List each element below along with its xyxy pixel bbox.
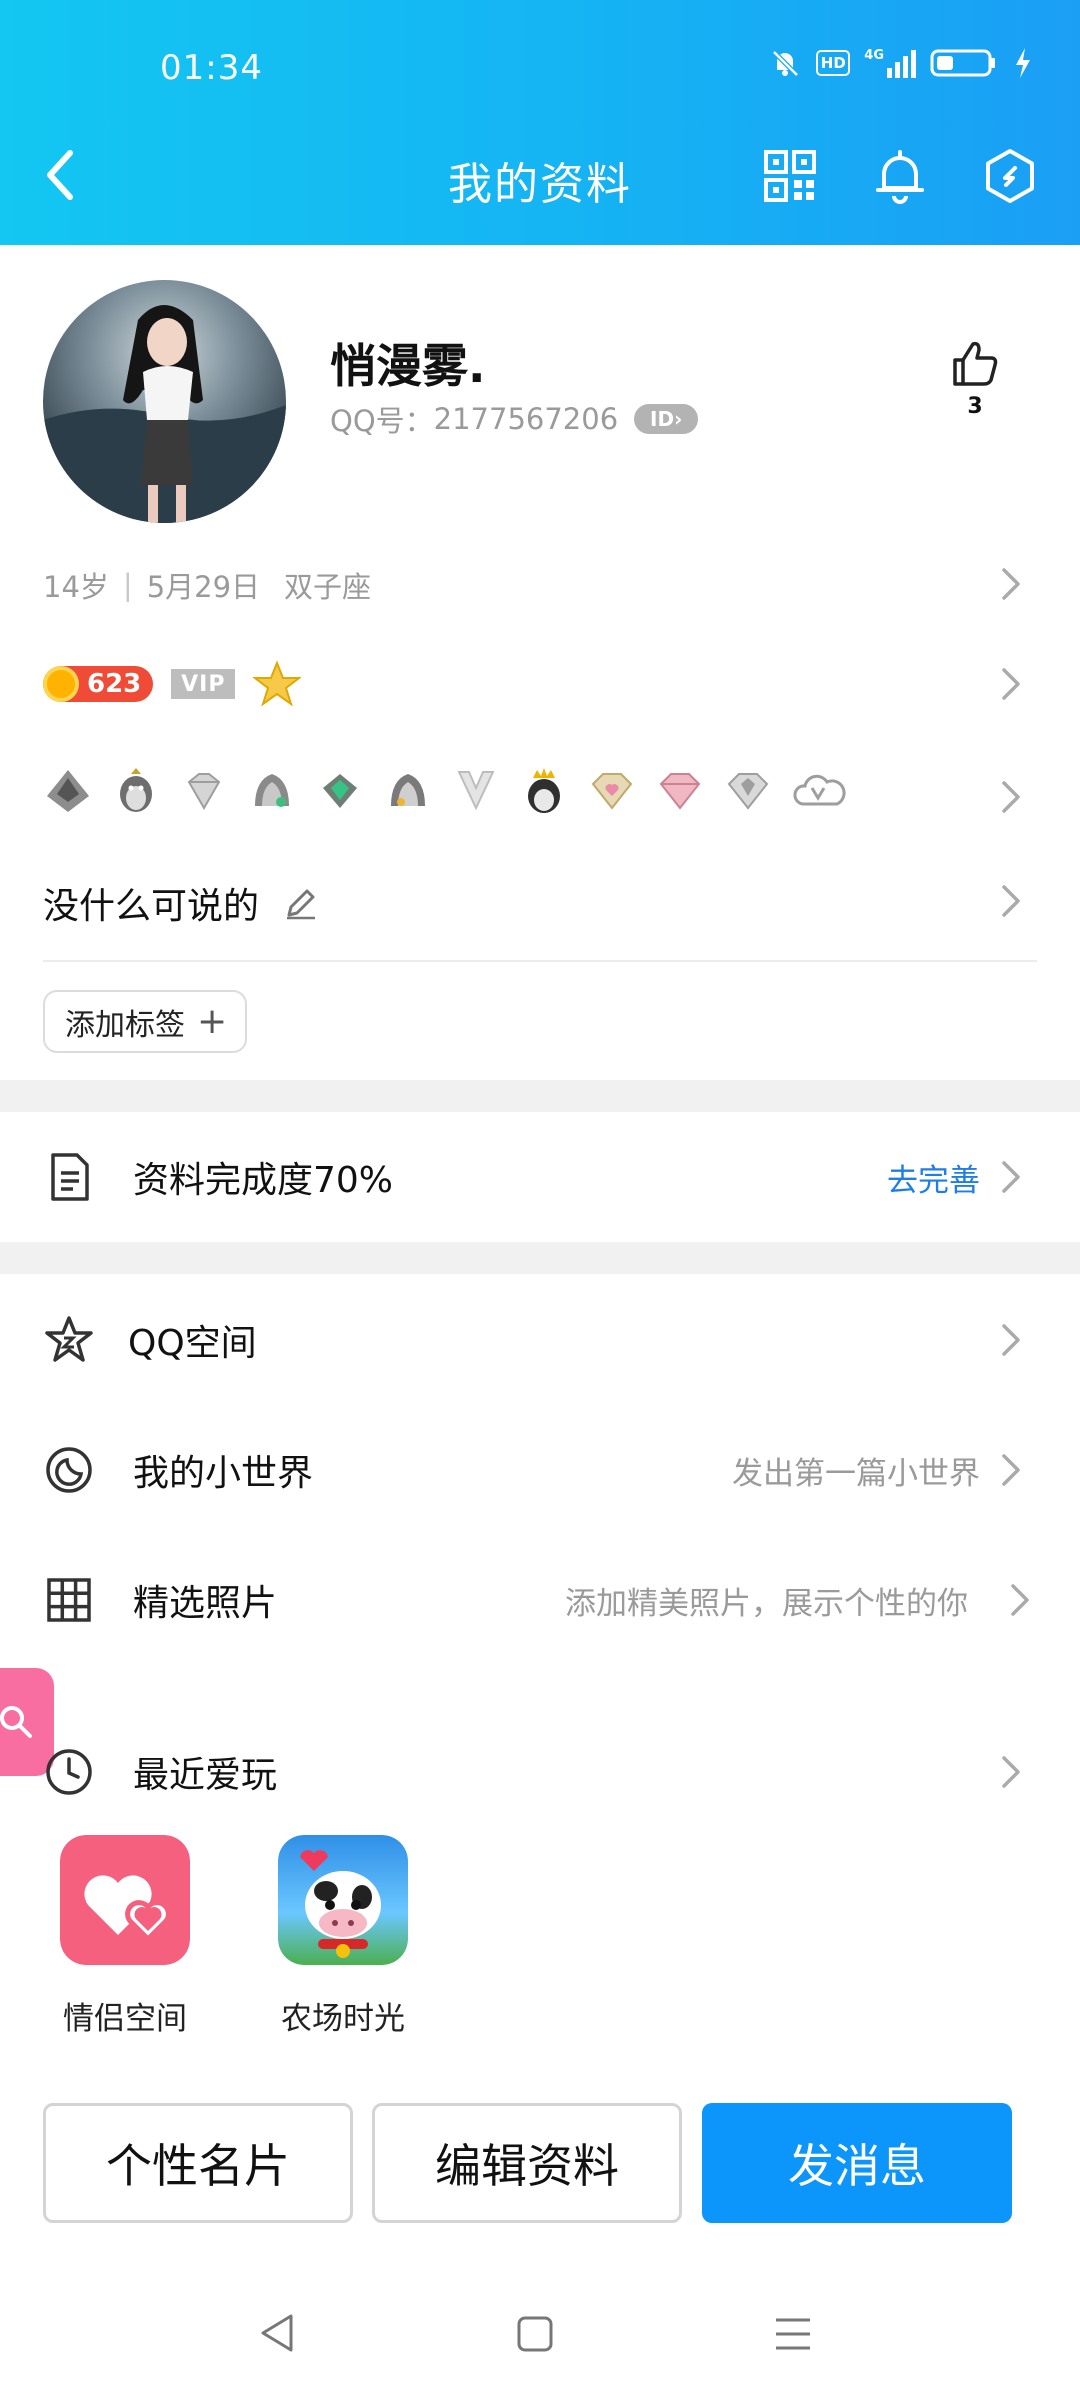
heart-diamond-medal-icon (591, 773, 633, 810)
sun-level-icon (43, 666, 79, 702)
penguin-medal-icon (120, 768, 152, 812)
featured-photos-label: 精选照片 (133, 1583, 278, 1624)
chevron-right-icon (1002, 1161, 1020, 1193)
signature-row[interactable]: 没什么可说的 (43, 878, 1037, 928)
notification-bell-icon[interactable] (872, 148, 928, 204)
id-badge[interactable]: ID › (634, 404, 699, 434)
divider (43, 960, 1037, 962)
level-badge: 623 (43, 666, 154, 702)
chevron-right-icon (1002, 1454, 1020, 1486)
crown-medal-icon (47, 770, 89, 812)
recently-played-row[interactable]: 最近爱玩 (0, 1717, 1080, 1827)
status-time: 01:34 (160, 48, 263, 88)
section-gap (0, 1080, 1080, 1112)
send-message-button[interactable]: 发消息 (702, 2103, 1012, 2223)
qzone-star-icon (45, 1316, 93, 1362)
qr-code-icon[interactable] (762, 148, 818, 204)
separator: | (122, 568, 133, 602)
mute-bell-icon (772, 50, 800, 77)
chevron-right-icon (1002, 1756, 1020, 1788)
plus-icon: + (197, 1001, 228, 1042)
star-icon (253, 660, 302, 707)
profile-card-button[interactable]: 个性名片 (43, 2103, 353, 2223)
emerald-medal-icon (323, 774, 357, 808)
top-header: 01:34 HD 4G 我的资料 (0, 0, 1080, 245)
charging-bolt-icon (1016, 48, 1030, 78)
app-couple-space[interactable]: 情侣空间 (60, 1835, 190, 2038)
gem-medal-icon (255, 774, 289, 807)
basic-info-row[interactable]: 14岁 | 5月29日 双子座 (43, 565, 1037, 605)
chevron-right-icon (1002, 1324, 1020, 1356)
add-tag-button[interactable]: 添加标签 + (43, 990, 248, 1053)
section-gap (0, 1242, 1080, 1274)
profile-completeness-row[interactable]: 资料完成度70% 去完善 (0, 1122, 1080, 1232)
chevron-right-icon (1002, 668, 1020, 700)
app-name: 农场时光 (281, 2001, 405, 2037)
completeness-label: 资料完成度70% (133, 1160, 394, 1201)
vip-badge: VIP (171, 669, 236, 699)
complete-profile-link[interactable]: 去完善 (887, 1155, 980, 1200)
signal-4g-icon: 4G (864, 48, 916, 78)
tuxedo-medal-icon (457, 771, 495, 811)
app-farm-time[interactable]: 农场时光 (278, 1835, 408, 2038)
nav-home-icon[interactable] (515, 2314, 555, 2354)
edit-pencil-icon[interactable] (283, 885, 319, 921)
farm-cow-icon (278, 1835, 408, 1965)
zodiac: 双子座 (284, 570, 372, 604)
nav-back-icon[interactable] (257, 2312, 297, 2354)
photo-grid-icon (47, 1578, 91, 1622)
signature-text: 没什么可说的 (43, 886, 260, 927)
level-row[interactable]: 623 VIP (43, 660, 1037, 708)
pink-diamond-medal-icon (659, 773, 701, 810)
couple-hearts-icon (60, 1835, 190, 1965)
like-button[interactable]: 3 (945, 338, 1005, 419)
thumbs-up-icon (953, 341, 998, 386)
chevron-right-icon (1002, 568, 1020, 600)
qzone-row[interactable]: QQ空间 (0, 1285, 1080, 1395)
recent-apps: 情侣空间 农场时光 (60, 1835, 408, 2038)
featured-photos-hint: 添加精美照片，展示个性的你 (565, 1585, 968, 1622)
app-name: 情侣空间 (63, 2001, 187, 2037)
silver-diamond-medal-icon (727, 773, 769, 810)
recently-played-label: 最近爱玩 (133, 1755, 278, 1796)
document-icon (51, 1153, 89, 1201)
medal-row[interactable] (43, 763, 1037, 819)
status-icons: HD 4G (768, 46, 1032, 80)
small-world-icon (46, 1447, 92, 1493)
featured-photos-row[interactable]: 精选照片 添加精美照片，展示个性的你 (0, 1545, 1080, 1655)
small-world-label: 我的小世界 (133, 1453, 314, 1494)
battery-icon (930, 49, 995, 77)
small-world-row[interactable]: 我的小世界 发出第一篇小世界 (0, 1415, 1080, 1525)
qq-number-row: QQ号： 2177567206 ID › (330, 398, 699, 440)
cloud-v-medal-icon (793, 774, 846, 806)
edit-profile-button[interactable]: 编辑资料 (372, 2103, 682, 2223)
hd-icon: HD (816, 50, 851, 76)
avatar[interactable] (43, 280, 286, 523)
settings-hexagon-icon[interactable] (982, 148, 1038, 204)
qq-number: 2177567206 (433, 402, 619, 436)
gem-medal-icon (391, 774, 425, 806)
nickname: 悄漫雾. (330, 339, 486, 393)
nav-menu-icon[interactable] (772, 2314, 814, 2354)
chevron-right-icon (1011, 1584, 1029, 1616)
qq-label: QQ号： (330, 404, 434, 438)
qzone-label: QQ空间 (128, 1323, 257, 1364)
small-world-hint: 发出第一篇小世界 (732, 1455, 980, 1492)
chevron-right-icon (1002, 885, 1020, 917)
diamond-medal-icon (187, 773, 221, 811)
system-nav-bar (0, 2298, 1080, 2368)
chevron-right-icon (1002, 781, 1020, 813)
like-count: 3 (967, 394, 983, 419)
birthday: 5月29日 (146, 570, 261, 604)
clock-icon (46, 1749, 92, 1795)
age: 14岁 (43, 570, 109, 604)
king-penguin-medal-icon (528, 768, 560, 813)
